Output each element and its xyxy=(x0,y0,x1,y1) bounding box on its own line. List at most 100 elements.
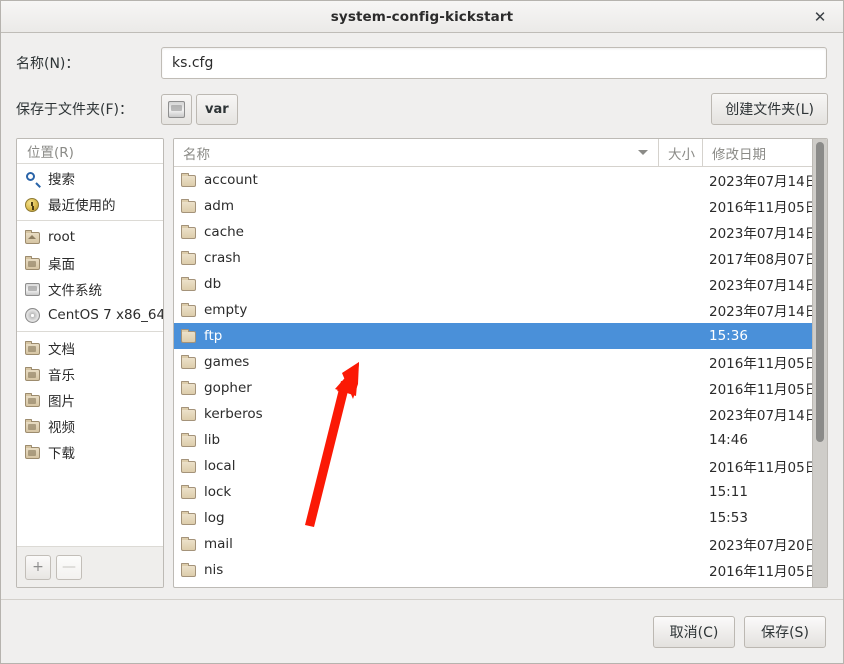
sidebar-item-videos[interactable]: 视频 xyxy=(17,413,163,439)
folder-icon xyxy=(180,224,198,240)
pictures-folder-icon xyxy=(24,392,42,409)
folder-icon xyxy=(180,198,198,214)
table-row[interactable]: cache 2023年07月14日 xyxy=(174,219,827,245)
folder-path-label: 保存于文件夹(F)： xyxy=(16,102,133,118)
file-list-scrollbar-thumb[interactable] xyxy=(816,142,824,442)
folder-icon xyxy=(180,172,198,188)
cancel-button[interactable]: 取消(C) xyxy=(653,615,735,648)
file-date-cell: 2016年11月05日 xyxy=(709,382,819,398)
downloads-folder-icon xyxy=(24,444,42,461)
table-row[interactable]: crash 2017年08月07日 xyxy=(174,245,827,271)
file-name-label: empty xyxy=(204,302,248,318)
table-row[interactable]: local 2016年11月05日 xyxy=(174,453,827,479)
sidebar-item-label: 桌面 xyxy=(48,257,75,273)
table-row[interactable]: lock 15:11 xyxy=(174,479,827,505)
sidebar-item-desktop[interactable]: 桌面 xyxy=(17,250,163,276)
file-name-cell: crash xyxy=(174,250,658,266)
file-name-cell: lib xyxy=(174,432,658,448)
file-name-label: crash xyxy=(204,250,241,266)
table-row[interactable]: ftp 15:36 xyxy=(174,323,827,349)
sidebar-item-label: 音乐 xyxy=(48,368,75,384)
sidebar-item-centos-disc[interactable]: CentOS 7 x86_64 xyxy=(17,302,163,328)
filename-row: 名称(N)： ks.cfg xyxy=(1,33,843,79)
save-button[interactable]: 保存(S) xyxy=(744,615,826,648)
table-row[interactable]: mail 2023年07月20日 xyxy=(174,531,827,557)
file-date-cell: 2023年07月20日 xyxy=(709,538,819,554)
chevron-down-icon xyxy=(638,150,648,155)
sidebar-item-filesystem[interactable]: 文件系统 xyxy=(17,276,163,302)
file-date-cell: 2016年11月05日 xyxy=(709,356,819,372)
table-row[interactable]: db 2023年07月14日 xyxy=(174,271,827,297)
add-bookmark-button[interactable]: + xyxy=(25,554,51,580)
file-name-cell: lock xyxy=(174,484,658,500)
sidebar-item-search[interactable]: 搜索 xyxy=(17,165,163,191)
path-breadcrumb: var xyxy=(161,93,238,125)
sidebar-item-root[interactable]: root xyxy=(17,224,163,250)
table-row[interactable]: account 2023年07月14日 xyxy=(174,167,827,193)
file-name-cell: adm xyxy=(174,198,658,214)
sidebar-item-music[interactable]: 音乐 xyxy=(17,361,163,387)
column-header-name[interactable]: 名称 xyxy=(174,139,658,166)
sidebar-item-label: 视频 xyxy=(48,420,75,436)
sidebar-item-label: 图片 xyxy=(48,394,75,410)
file-name-cell: account xyxy=(174,172,658,188)
table-row[interactable]: adm 2016年11月05日 xyxy=(174,193,827,219)
file-name-cell: local xyxy=(174,458,658,474)
table-row[interactable]: empty 2023年07月14日 xyxy=(174,297,827,323)
titlebar: system-config-kickstart ✕ xyxy=(1,1,843,33)
file-name-cell: empty xyxy=(174,302,658,318)
sidebar-item-label: CentOS 7 x86_64 xyxy=(48,307,163,323)
sidebar-item-pictures[interactable]: 图片 xyxy=(17,387,163,413)
search-icon xyxy=(24,170,42,187)
filename-input[interactable]: ks.cfg xyxy=(161,46,827,79)
sidebar-item-recent[interactable]: 最近使用的 xyxy=(17,191,163,217)
file-list-pane: 名称 大小 修改日期 account 2023年07月14日 adm 2016年11月… xyxy=(173,138,828,588)
sidebar-item-documents[interactable]: 文档 xyxy=(17,335,163,361)
home-folder-icon xyxy=(24,229,42,246)
filesystem-icon xyxy=(24,281,42,298)
places-header: 位置(R) xyxy=(17,139,163,164)
file-name-label: nis xyxy=(204,562,224,578)
folder-icon xyxy=(180,354,198,370)
file-date-cell: 2016年11月05日 xyxy=(709,564,819,580)
file-name-label: mail xyxy=(204,536,233,552)
file-name-cell: mail xyxy=(174,536,658,552)
file-name-cell: log xyxy=(174,510,658,526)
file-date-cell: 2023年07月14日 xyxy=(709,408,819,424)
file-date-cell: 14:46 xyxy=(709,432,748,448)
filesystem-icon xyxy=(168,100,185,118)
table-row[interactable]: lib 14:46 xyxy=(174,427,827,453)
file-name-label: local xyxy=(204,458,236,474)
file-name-label: gopher xyxy=(204,380,252,396)
breadcrumb-var-button[interactable]: var xyxy=(196,93,238,125)
file-name-label: lib xyxy=(204,432,221,448)
sidebar-item-downloads[interactable]: 下载 xyxy=(17,439,163,465)
table-row[interactable]: kerberos 2023年07月14日 xyxy=(174,401,827,427)
column-header-date[interactable]: 修改日期 xyxy=(702,139,827,166)
file-date-cell: 2023年07月14日 xyxy=(709,278,819,294)
disc-icon xyxy=(24,307,42,324)
file-name-label: adm xyxy=(204,198,234,214)
table-row[interactable]: gopher 2016年11月05日 xyxy=(174,375,827,401)
remove-bookmark-button[interactable]: — xyxy=(56,554,82,580)
close-icon[interactable]: ✕ xyxy=(807,1,833,32)
filename-value: ks.cfg xyxy=(172,54,214,71)
file-name-label: lock xyxy=(204,484,232,500)
file-name-cell: db xyxy=(174,276,658,292)
file-date-cell: 2017年08月07日 xyxy=(709,252,819,268)
sidebar-item-label: 下载 xyxy=(48,446,75,462)
column-header-size[interactable]: 大小 xyxy=(658,139,702,166)
table-row[interactable]: nis 2016年11月05日 xyxy=(174,557,827,583)
folder-icon xyxy=(180,536,198,552)
table-row[interactable]: log 15:53 xyxy=(174,505,827,531)
file-list-scrollbar[interactable] xyxy=(812,139,827,587)
folder-icon xyxy=(180,328,198,344)
column-header-date-label: 修改日期 xyxy=(712,146,766,163)
breadcrumb-filesystem-button[interactable] xyxy=(161,93,192,125)
file-date-cell: 2023年07月14日 xyxy=(709,226,819,242)
sidebar-item-label: root xyxy=(48,229,76,245)
table-row[interactable]: games 2016年11月05日 xyxy=(174,349,827,375)
file-name-cell: cache xyxy=(174,224,658,240)
file-name-cell: kerberos xyxy=(174,406,658,422)
create-folder-button[interactable]: 创建文件夹(L) xyxy=(711,93,828,125)
